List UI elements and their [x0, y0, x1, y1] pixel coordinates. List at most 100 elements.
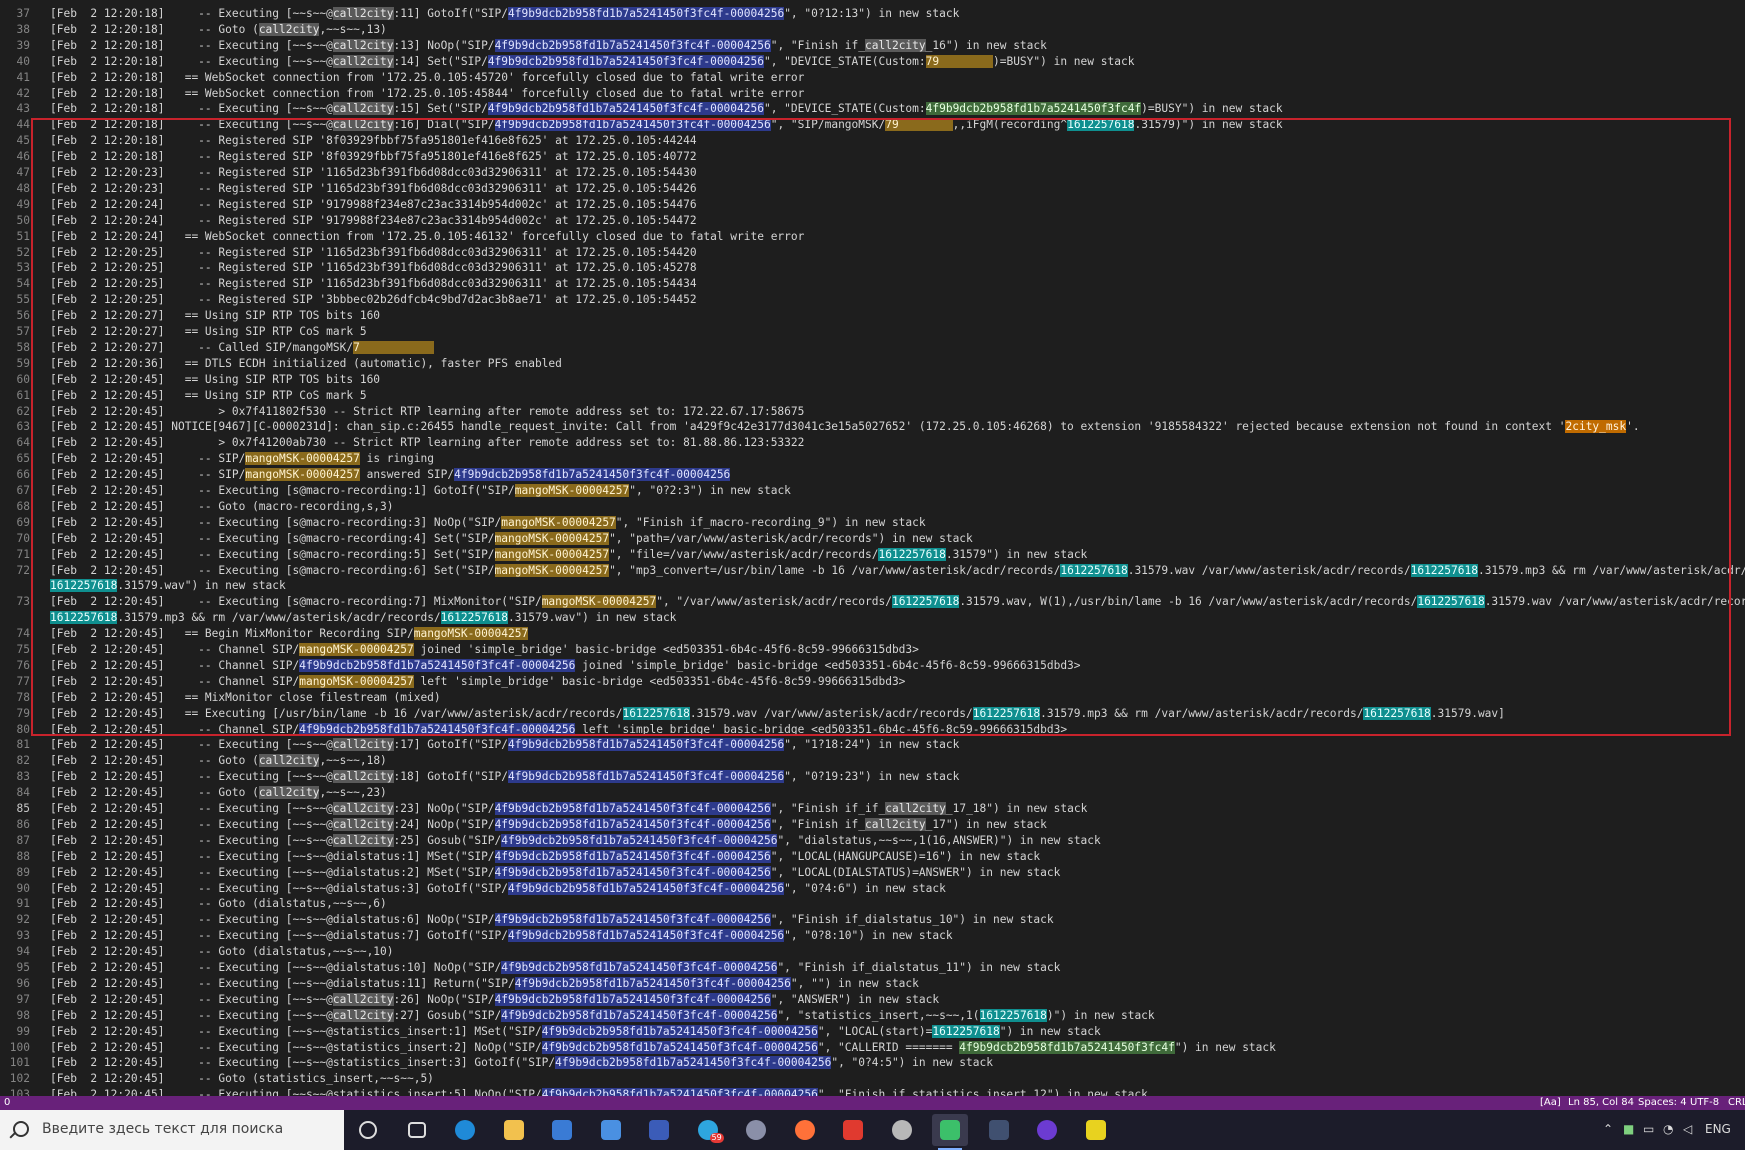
- log-line[interactable]: 39 [Feb 2 12:20:18] -- Executing [~~s~~@c…: [0, 38, 1047, 54]
- tray-app-icon[interactable]: ■: [1623, 1122, 1634, 1136]
- taskbar-app-button[interactable]: [884, 1114, 920, 1146]
- taskbar-app-button[interactable]: [932, 1114, 968, 1150]
- log-line[interactable]: 87 [Feb 2 12:20:45] -- Executing [~~s~~@c…: [0, 833, 1101, 849]
- taskbar-app-button[interactable]: [350, 1114, 386, 1146]
- log-line[interactable]: 57 [Feb 2 12:20:27] == Using SIP RTP CoS …: [0, 324, 367, 340]
- log-line[interactable]: 63 [Feb 2 12:20:45] NOTICE[9467][C-000023…: [0, 419, 1640, 435]
- log-line[interactable]: 84 [Feb 2 12:20:45] -- Goto (call2city,~~…: [0, 785, 387, 801]
- log-line[interactable]: 54 [Feb 2 12:20:25] -- Registered SIP '11…: [0, 276, 697, 292]
- taskbar-app-button[interactable]: [593, 1114, 629, 1146]
- log-line[interactable]: 1612257618.31579.wav") in new stack: [0, 578, 286, 594]
- log-line[interactable]: 79 [Feb 2 12:20:45] == Executing [/usr/bi…: [0, 706, 1505, 722]
- taskbar-app-button[interactable]: [544, 1114, 580, 1146]
- log-line[interactable]: 91 [Feb 2 12:20:45] -- Goto (dialstatus,~…: [0, 896, 387, 912]
- log-line[interactable]: 96 [Feb 2 12:20:45] -- Executing [~~s~~@d…: [0, 976, 919, 992]
- status-eol[interactable]: CRL: [1728, 1096, 1745, 1110]
- log-line[interactable]: 102 [Feb 2 12:20:45] -- Goto (statistics_…: [0, 1071, 434, 1087]
- log-line[interactable]: 64 [Feb 2 12:20:45] > 0x7f41200ab730 -- S…: [0, 435, 805, 451]
- log-line[interactable]: 93 [Feb 2 12:20:45] -- Executing [~~s~~@d…: [0, 928, 953, 944]
- volume-icon[interactable]: ◁: [1683, 1122, 1692, 1136]
- taskbar-app-button[interactable]: [641, 1114, 677, 1146]
- log-line[interactable]: 52 [Feb 2 12:20:25] -- Registered SIP '11…: [0, 245, 697, 261]
- log-line[interactable]: 77 [Feb 2 12:20:45] -- Channel SIP/mangoM…: [0, 674, 905, 690]
- taskbar-app-button[interactable]: [399, 1114, 435, 1146]
- log-line[interactable]: 80 [Feb 2 12:20:45] -- Channel SIP/4f9b9d…: [0, 722, 1067, 738]
- log-line[interactable]: 95 [Feb 2 12:20:45] -- Executing [~~s~~@d…: [0, 960, 1060, 976]
- log-line[interactable]: 81 [Feb 2 12:20:45] -- Executing [~~s~~@c…: [0, 737, 959, 753]
- log-line[interactable]: 86 [Feb 2 12:20:45] -- Executing [~~s~~@c…: [0, 817, 1047, 833]
- taskbar-app-button[interactable]: [981, 1114, 1017, 1146]
- log-line[interactable]: 46 [Feb 2 12:20:18] -- Registered SIP '8f…: [0, 149, 697, 165]
- log-line[interactable]: 72 [Feb 2 12:20:45] -- Executing [s@macro…: [0, 563, 1745, 579]
- log-line[interactable]: 98 [Feb 2 12:20:45] -- Executing [~~s~~@c…: [0, 1008, 1155, 1024]
- status-problems[interactable]: 0: [4, 1096, 10, 1110]
- tray-chevron-up-icon[interactable]: ⌃: [1603, 1122, 1613, 1136]
- status-cursor-position[interactable]: Ln 85, Col 84: [1568, 1096, 1634, 1110]
- log-line[interactable]: 47 [Feb 2 12:20:23] -- Registered SIP '11…: [0, 165, 697, 181]
- log-line[interactable]: 83 [Feb 2 12:20:45] -- Executing [~~s~~@c…: [0, 769, 959, 785]
- log-line[interactable]: 99 [Feb 2 12:20:45] -- Executing [~~s~~@s…: [0, 1024, 1101, 1040]
- log-line[interactable]: 70 [Feb 2 12:20:45] -- Executing [s@macro…: [0, 531, 973, 547]
- log-line[interactable]: 61 [Feb 2 12:20:45] == Using SIP RTP CoS …: [0, 388, 367, 404]
- log-line[interactable]: 103 [Feb 2 12:20:45] -- Executing [~~s~~@…: [0, 1087, 1148, 1096]
- log-line[interactable]: 92 [Feb 2 12:20:45] -- Executing [~~s~~@d…: [0, 912, 1054, 928]
- language-indicator[interactable]: ENG: [1705, 1122, 1731, 1136]
- log-line[interactable]: 38 [Feb 2 12:20:18] -- Goto (call2city,~~…: [0, 22, 387, 38]
- log-line[interactable]: 94 [Feb 2 12:20:45] -- Goto (dialstatus,~…: [0, 944, 394, 960]
- log-line[interactable]: 49 [Feb 2 12:20:24] -- Registered SIP '91…: [0, 197, 697, 213]
- log-line[interactable]: 88 [Feb 2 12:20:45] -- Executing [~~s~~@d…: [0, 849, 1040, 865]
- taskbar-app-button[interactable]: [738, 1114, 774, 1146]
- log-line[interactable]: 100 [Feb 2 12:20:45] -- Executing [~~s~~@…: [0, 1040, 1276, 1056]
- log-line[interactable]: 67 [Feb 2 12:20:45] -- Executing [s@macro…: [0, 483, 791, 499]
- log-line[interactable]: 89 [Feb 2 12:20:45] -- Executing [~~s~~@d…: [0, 865, 1060, 881]
- log-line[interactable]: 85 [Feb 2 12:20:45] -- Executing [~~s~~@c…: [0, 801, 1087, 817]
- status-indentation[interactable]: Spaces: 4: [1638, 1096, 1687, 1110]
- taskbar-app-button[interactable]: [1078, 1114, 1114, 1146]
- log-line[interactable]: 48 [Feb 2 12:20:23] -- Registered SIP '11…: [0, 181, 697, 197]
- log-editor[interactable]: 37 [Feb 2 12:20:18] -- Executing [~~s~~@c…: [0, 0, 1745, 1096]
- wifi-icon[interactable]: ◔: [1663, 1122, 1673, 1136]
- log-line[interactable]: 75 [Feb 2 12:20:45] -- Channel SIP/mangoM…: [0, 642, 919, 658]
- log-line[interactable]: 53 [Feb 2 12:20:25] -- Registered SIP '11…: [0, 260, 697, 276]
- log-line[interactable]: 62 [Feb 2 12:20:45] > 0x7f411802f530 -- S…: [0, 404, 805, 420]
- taskbar-app-button[interactable]: [1029, 1114, 1065, 1146]
- log-line[interactable]: 1612257618.31579.mp3 && rm /var/www/aste…: [0, 610, 676, 626]
- log-line[interactable]: 101 [Feb 2 12:20:45] -- Executing [~~s~~@…: [0, 1055, 993, 1071]
- log-line[interactable]: 74 [Feb 2 12:20:45] == Begin MixMonitor R…: [0, 626, 529, 642]
- log-line[interactable]: 76 [Feb 2 12:20:45] -- Channel SIP/4f9b9d…: [0, 658, 1081, 674]
- log-line[interactable]: 60 [Feb 2 12:20:45] == Using SIP RTP TOS …: [0, 372, 381, 388]
- log-line[interactable]: 68 [Feb 2 12:20:45] -- Goto (macro-record…: [0, 499, 394, 515]
- log-line[interactable]: 45 [Feb 2 12:20:18] -- Registered SIP '8f…: [0, 133, 697, 149]
- taskbar-app-button[interactable]: [835, 1114, 871, 1146]
- log-line[interactable]: 78 [Feb 2 12:20:45] == MixMonitor close f…: [0, 690, 441, 706]
- log-line[interactable]: 56 [Feb 2 12:20:27] == Using SIP RTP TOS …: [0, 308, 381, 324]
- log-line[interactable]: 50 [Feb 2 12:20:24] -- Registered SIP '91…: [0, 213, 697, 229]
- log-line[interactable]: 41 [Feb 2 12:20:18] == WebSocket connecti…: [0, 70, 805, 86]
- log-line[interactable]: 40 [Feb 2 12:20:18] -- Executing [~~s~~@c…: [0, 54, 1134, 70]
- log-line[interactable]: 90 [Feb 2 12:20:45] -- Executing [~~s~~@d…: [0, 881, 946, 897]
- log-line[interactable]: 97 [Feb 2 12:20:45] -- Executing [~~s~~@c…: [0, 992, 939, 1008]
- log-line[interactable]: 44 [Feb 2 12:20:18] -- Executing [~~s~~@c…: [0, 117, 1283, 133]
- taskbar-search-box[interactable]: Введите здесь текст для поиска: [0, 1110, 344, 1150]
- log-line[interactable]: 82 [Feb 2 12:20:45] -- Goto (call2city,~~…: [0, 753, 387, 769]
- log-line[interactable]: 51 [Feb 2 12:20:24] == WebSocket connecti…: [0, 229, 805, 245]
- log-text-segment: )") in new stack: [1046, 1008, 1155, 1022]
- log-line[interactable]: 71 [Feb 2 12:20:45] -- Executing [s@macro…: [0, 547, 1087, 563]
- log-line[interactable]: 66 [Feb 2 12:20:45] -- SIP/mangoMSK-00004…: [0, 467, 731, 483]
- status-case[interactable]: [Aa]: [1540, 1096, 1561, 1110]
- network-icon[interactable]: ▭: [1643, 1122, 1654, 1136]
- log-line[interactable]: 55 [Feb 2 12:20:25] -- Registered SIP '3b…: [0, 292, 697, 308]
- status-encoding[interactable]: UTF-8: [1690, 1096, 1719, 1110]
- log-line[interactable]: 37 [Feb 2 12:20:18] -- Executing [~~s~~@c…: [0, 6, 959, 22]
- log-line[interactable]: 42 [Feb 2 12:20:18] == WebSocket connecti…: [0, 86, 805, 102]
- taskbar-app-button[interactable]: 59: [690, 1114, 726, 1146]
- log-line[interactable]: 65 [Feb 2 12:20:45] -- SIP/mangoMSK-00004…: [0, 451, 434, 467]
- taskbar-app-button[interactable]: [447, 1114, 483, 1146]
- taskbar-app-button[interactable]: [787, 1114, 823, 1146]
- log-line[interactable]: 58 [Feb 2 12:20:27] -- Called SIP/mangoMS…: [0, 340, 434, 356]
- taskbar-app-button[interactable]: [496, 1114, 532, 1146]
- log-line[interactable]: 43 [Feb 2 12:20:18] -- Executing [~~s~~@c…: [0, 101, 1283, 117]
- log-line[interactable]: 69 [Feb 2 12:20:45] -- Executing [s@macro…: [0, 515, 926, 531]
- log-line[interactable]: 73 [Feb 2 12:20:45] -- Executing [s@macro…: [0, 594, 1745, 610]
- log-line[interactable]: 59 [Feb 2 12:20:36] == DTLS ECDH initiali…: [0, 356, 562, 372]
